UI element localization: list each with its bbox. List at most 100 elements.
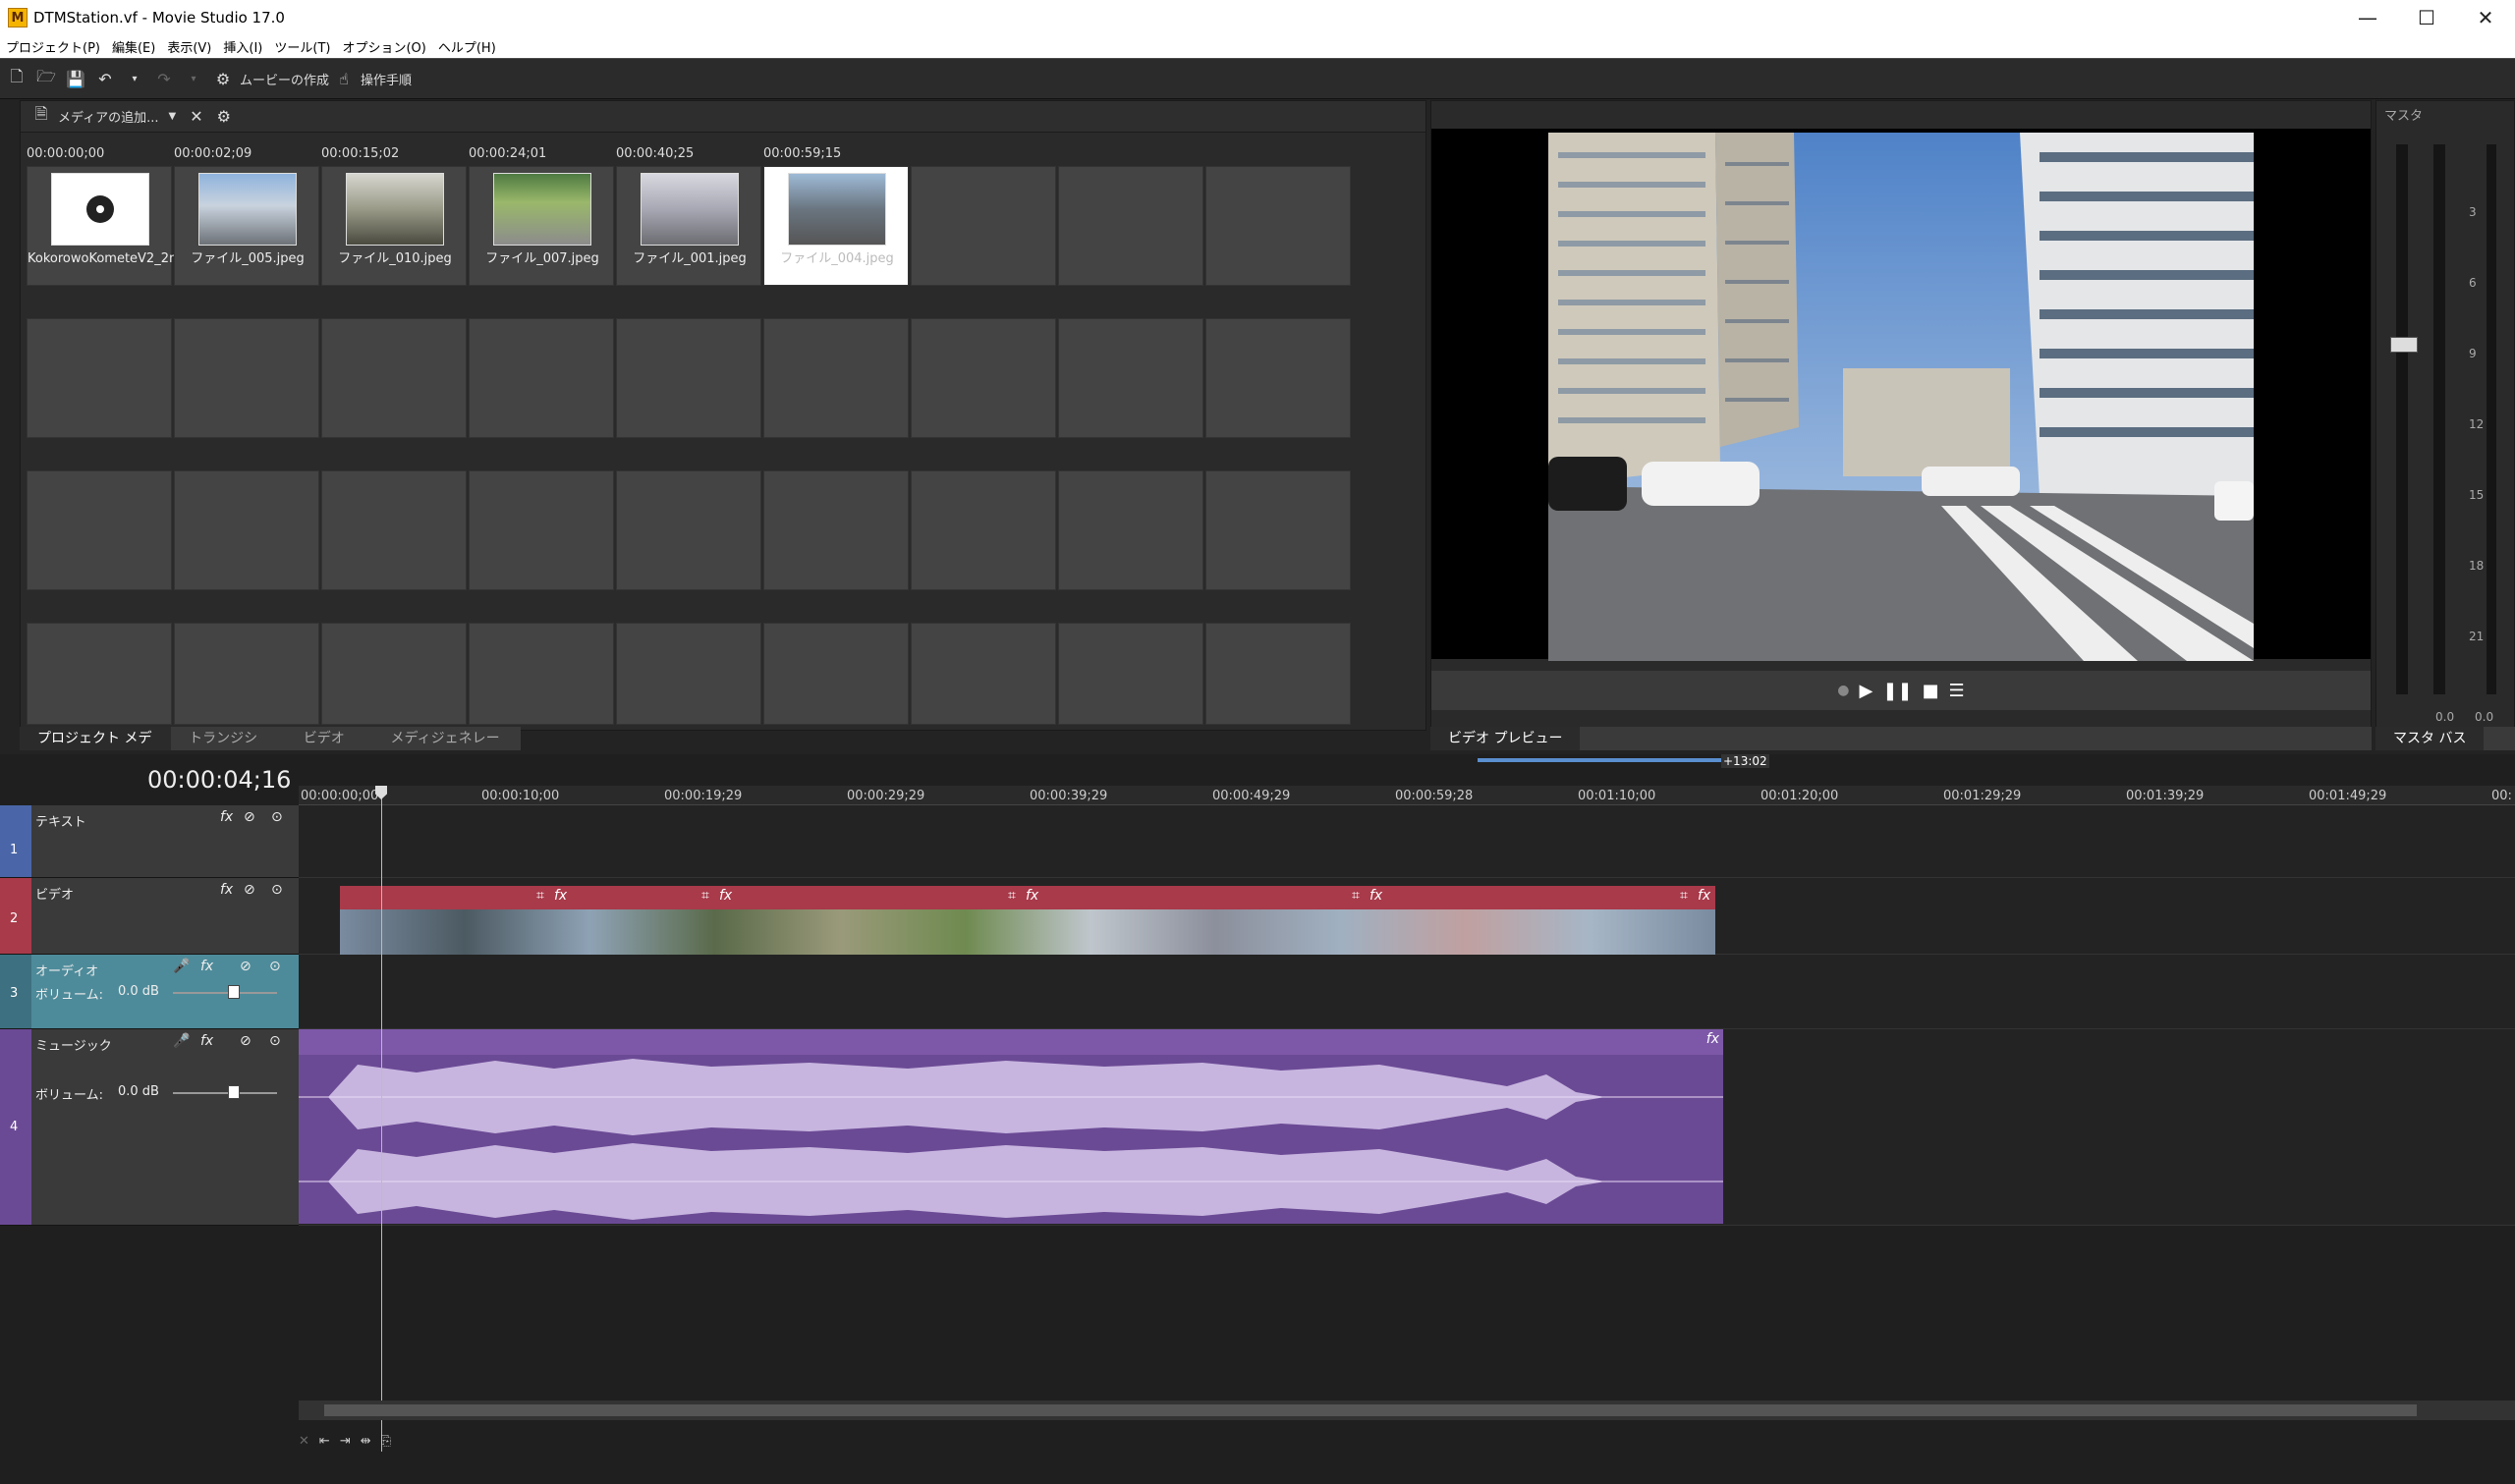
fx-icon[interactable]: fx xyxy=(1706,1031,1719,1047)
empty-media-cell xyxy=(911,318,1056,438)
video-clip[interactable]: ⌗ fx ⌗ fx ⌗ fx ⌗ fx ⌗ fx xyxy=(340,886,1715,957)
track-lanes[interactable]: ⌗ fx ⌗ fx ⌗ fx ⌗ fx ⌗ fx fx xyxy=(299,805,2515,1228)
lane-audio[interactable] xyxy=(299,955,2515,1029)
crop-icon[interactable]: ⌗ xyxy=(701,888,709,904)
volume-slider-knob[interactable] xyxy=(228,985,240,999)
redo-dropdown-icon[interactable]: ▾ xyxy=(181,66,206,91)
track-header-music[interactable]: 4 ミュージック 🎤 fx ⊘ ⊙ ボリューム: 0.0 dB xyxy=(0,1029,299,1226)
empty-media-cell xyxy=(763,623,909,725)
media-item-image-selected[interactable]: ファイル_004.jpeg xyxy=(763,166,909,286)
record-icon[interactable]: ● xyxy=(1837,683,1849,698)
master-fader-handle[interactable] xyxy=(2390,337,2418,353)
crop-icon[interactable]: ⌗ xyxy=(1680,888,1688,904)
mute-icon[interactable]: ⊘ xyxy=(244,882,255,898)
fx-icon[interactable]: fx xyxy=(1369,888,1382,904)
media-item-audio[interactable]: KokorowoKometeV2_2mix24bit48kHz.wav xyxy=(27,166,296,286)
tab-project-media[interactable]: プロジェクト メディア xyxy=(20,727,172,770)
media-settings-icon[interactable]: ⚙ xyxy=(217,107,231,126)
menu-project[interactable]: プロジェクト(P) xyxy=(6,37,100,56)
redo-icon[interactable]: ↷ xyxy=(151,66,177,91)
lane-text[interactable] xyxy=(299,805,2515,878)
time-ruler[interactable]: 00:00:00;00 00:00:10;00 00:00:19;29 00:0… xyxy=(299,786,2515,805)
add-media-dropdown-icon[interactable]: ▼ xyxy=(169,111,177,122)
maximize-button[interactable]: ☐ xyxy=(2397,0,2456,35)
minimize-button[interactable]: — xyxy=(2338,0,2397,35)
undo-dropdown-icon[interactable]: ▾ xyxy=(122,66,147,91)
timeline-scrollbar[interactable] xyxy=(299,1401,2515,1420)
music-clip[interactable]: fx xyxy=(299,1029,1723,1224)
playhead[interactable] xyxy=(381,794,382,1452)
volume-slider-knob[interactable] xyxy=(228,1085,240,1099)
tutorial-icon[interactable]: ☝ xyxy=(331,66,357,91)
remove-media-icon[interactable]: ✕ xyxy=(190,107,202,126)
split-icon[interactable]: ⇹ xyxy=(361,1434,371,1449)
tab-transitions[interactable]: トランジション xyxy=(171,727,286,770)
tutorial-button[interactable]: 操作手順 xyxy=(361,70,412,88)
menu-tools[interactable]: ツール(T) xyxy=(274,37,330,56)
menu-options[interactable]: オプション(O) xyxy=(342,37,425,56)
track-header-audio[interactable]: 3 オーディオ 🎤 fx ⊘ ⊙ ボリューム: 0.0 dB xyxy=(0,955,299,1029)
media-item-image[interactable]: ファイル_010.jpeg xyxy=(321,166,467,286)
fx-icon[interactable]: fx xyxy=(1026,888,1038,904)
add-media-icon[interactable]: 🗎 xyxy=(28,104,54,130)
solo-icon[interactable]: ⊙ xyxy=(271,809,283,825)
fx-icon[interactable]: fx xyxy=(1698,888,1710,904)
menu-edit[interactable]: 編集(E) xyxy=(112,37,155,56)
undo-icon[interactable]: ↶ xyxy=(92,66,118,91)
ruler-label: 00:01:49;29 xyxy=(2309,789,2387,803)
media-item-image[interactable]: ファイル_001.jpeg xyxy=(616,166,761,286)
preview-menu-icon[interactable]: ☰ xyxy=(1949,681,1965,701)
timestamp-label: 00:00:15;02 xyxy=(321,146,400,161)
mute-icon[interactable]: ⊘ xyxy=(244,809,255,825)
loop-region-bar[interactable] xyxy=(1478,758,1723,762)
track-header-text[interactable]: 1 テキスト fx ⊘ ⊙ xyxy=(0,805,299,878)
fx-icon[interactable]: fx xyxy=(200,1033,213,1049)
tab-video-fx[interactable]: ビデオ FX xyxy=(286,727,373,770)
tab-video-preview[interactable]: ビデオ プレビュー xyxy=(1430,727,1581,750)
volume-slider[interactable] xyxy=(173,992,277,994)
empty-media-cell xyxy=(174,318,319,438)
new-file-icon[interactable]: 🗋 xyxy=(4,66,29,91)
make-movie-icon[interactable]: ⚙ xyxy=(210,66,236,91)
fx-icon[interactable]: fx xyxy=(554,888,567,904)
tab-media-generators[interactable]: メディジェネレーター xyxy=(373,727,521,770)
fx-icon[interactable]: fx xyxy=(719,888,732,904)
media-item-image[interactable]: ファイル_005.jpeg xyxy=(174,166,319,286)
fx-icon[interactable]: fx xyxy=(200,959,213,974)
solo-icon[interactable]: ⊙ xyxy=(269,1033,281,1049)
menu-view[interactable]: 表示(V) xyxy=(167,37,211,56)
scrollbar-thumb[interactable] xyxy=(324,1404,2417,1416)
track-name: ビデオ xyxy=(35,888,75,903)
trim-start-icon[interactable]: ⇤ xyxy=(319,1434,330,1449)
crop-icon[interactable]: ⌗ xyxy=(536,888,544,904)
fx-icon[interactable]: fx xyxy=(220,882,233,898)
menu-help[interactable]: ヘルプ(H) xyxy=(438,37,496,56)
menu-insert[interactable]: 挿入(I) xyxy=(223,37,262,56)
solo-icon[interactable]: ⊙ xyxy=(269,959,281,974)
save-icon[interactable]: 💾 xyxy=(63,66,88,91)
tab-master-bus[interactable]: マスタ バス xyxy=(2375,727,2485,750)
open-folder-icon[interactable]: 🗁 xyxy=(33,66,59,91)
track-header-video[interactable]: 2 ビデオ fx ⊘ ⊙ xyxy=(0,878,299,955)
close-button[interactable]: ✕ xyxy=(2456,0,2515,35)
stop-icon[interactable]: ■ xyxy=(1923,681,1939,701)
record-arm-icon[interactable]: 🎤 xyxy=(173,1033,190,1049)
fx-icon[interactable]: fx xyxy=(220,809,233,825)
add-media-button[interactable]: メディアの追加... xyxy=(58,107,159,126)
trim-end-icon[interactable]: ⇥ xyxy=(340,1434,351,1449)
delete-icon[interactable]: ✕ xyxy=(299,1434,309,1449)
play-icon[interactable]: ▶ xyxy=(1860,681,1873,701)
solo-icon[interactable]: ⊙ xyxy=(271,882,283,898)
auto-ripple-icon[interactable]: ⎘ xyxy=(381,1434,391,1449)
lane-music[interactable]: fx xyxy=(299,1029,2515,1226)
lane-video[interactable]: ⌗ fx ⌗ fx ⌗ fx ⌗ fx ⌗ fx xyxy=(299,878,2515,957)
volume-slider[interactable] xyxy=(173,1092,277,1094)
make-movie-button[interactable]: ムービーの作成 xyxy=(240,70,329,88)
crop-icon[interactable]: ⌗ xyxy=(1008,888,1016,904)
crop-icon[interactable]: ⌗ xyxy=(1352,888,1360,904)
pause-icon[interactable]: ❚❚ xyxy=(1882,681,1912,701)
record-arm-icon[interactable]: 🎤 xyxy=(173,959,190,974)
media-item-image[interactable]: ファイル_007.jpeg xyxy=(469,166,614,286)
mute-icon[interactable]: ⊘ xyxy=(240,959,252,974)
mute-icon[interactable]: ⊘ xyxy=(240,1033,252,1049)
